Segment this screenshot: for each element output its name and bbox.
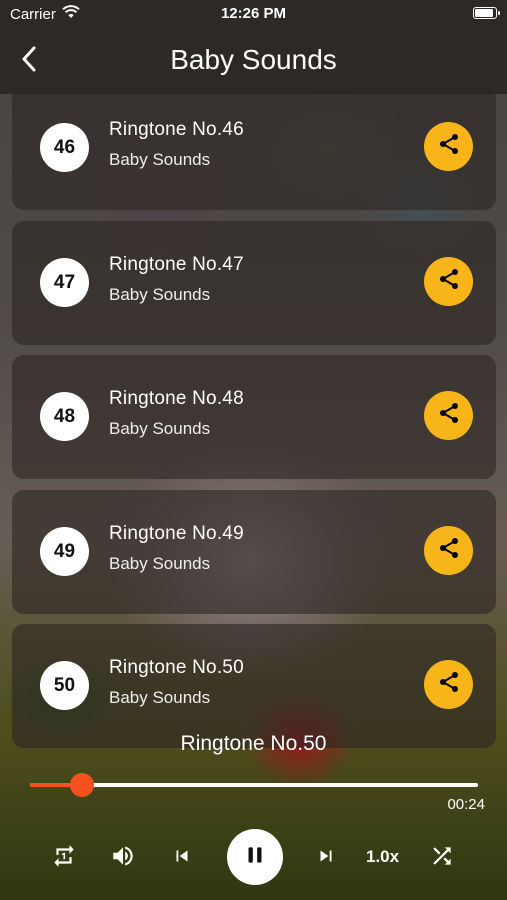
progress-slider[interactable] — [30, 773, 478, 797]
item-subtitle: Baby Sounds — [109, 554, 211, 573]
item-subtitle: Baby Sounds — [109, 419, 211, 438]
previous-button[interactable] — [168, 844, 196, 872]
item-subtitle: Baby Sounds — [109, 285, 211, 304]
status-bar: Carrier 12:26 PM — [0, 0, 507, 28]
share-icon — [437, 670, 461, 699]
share-icon — [437, 401, 461, 430]
shuffle-button[interactable] — [428, 844, 456, 872]
now-playing-title: Ringtone No.50 — [180, 732, 327, 755]
elapsed-time: 00:24 — [447, 796, 485, 813]
volume-button[interactable] — [109, 844, 137, 872]
progress-thumb[interactable] — [69, 773, 94, 797]
share-button[interactable] — [424, 391, 473, 440]
item-title: Ringtone No.50 — [109, 657, 244, 678]
item-title: Ringtone No.48 — [109, 388, 244, 409]
player-controls: 1.0x — [0, 826, 507, 888]
item-subtitle: Baby Sounds — [109, 150, 211, 169]
pause-icon — [242, 842, 268, 873]
item-title: Ringtone No.46 — [109, 119, 244, 140]
item-title: Ringtone No.49 — [109, 523, 244, 544]
share-button[interactable] — [424, 660, 473, 709]
playback-speed-button[interactable]: 1.0x — [366, 847, 399, 867]
share-icon — [437, 132, 461, 161]
volume-icon — [110, 843, 136, 874]
next-button[interactable] — [312, 844, 340, 872]
repeat-button[interactable] — [50, 844, 78, 872]
share-button[interactable] — [424, 257, 473, 306]
item-number-badge: 46 — [40, 123, 89, 172]
item-title: Ringtone No.47 — [109, 254, 244, 275]
share-button[interactable] — [424, 122, 473, 171]
share-icon — [437, 536, 461, 565]
audio-player: Ringtone No.50 00:24 1.0x — [0, 720, 507, 900]
item-number-badge: 50 — [40, 661, 89, 710]
list-item[interactable]: 49 Ringtone No.49 Baby Sounds — [12, 490, 496, 614]
item-number-badge: 48 — [40, 392, 89, 441]
status-time: 12:26 PM — [220, 5, 287, 22]
item-number-badge: 49 — [40, 527, 89, 576]
nav-bar: Baby Sounds — [0, 28, 507, 94]
shuffle-icon — [429, 843, 455, 874]
list-item[interactable]: 47 Ringtone No.47 Baby Sounds — [12, 221, 496, 345]
share-icon — [437, 267, 461, 296]
item-number-badge: 47 — [40, 258, 89, 307]
item-subtitle: Baby Sounds — [109, 688, 211, 707]
battery-icon — [473, 7, 500, 19]
list-item[interactable]: 48 Ringtone No.48 Baby Sounds — [12, 355, 496, 479]
skip-previous-icon — [171, 845, 193, 872]
repeat-one-icon — [51, 843, 77, 874]
pause-button[interactable] — [227, 829, 283, 885]
skip-next-icon — [315, 845, 337, 872]
page-title: Baby Sounds — [170, 44, 337, 75]
share-button[interactable] — [424, 526, 473, 575]
list-item[interactable]: 46 Ringtone No.46 Baby Sounds — [12, 86, 496, 210]
